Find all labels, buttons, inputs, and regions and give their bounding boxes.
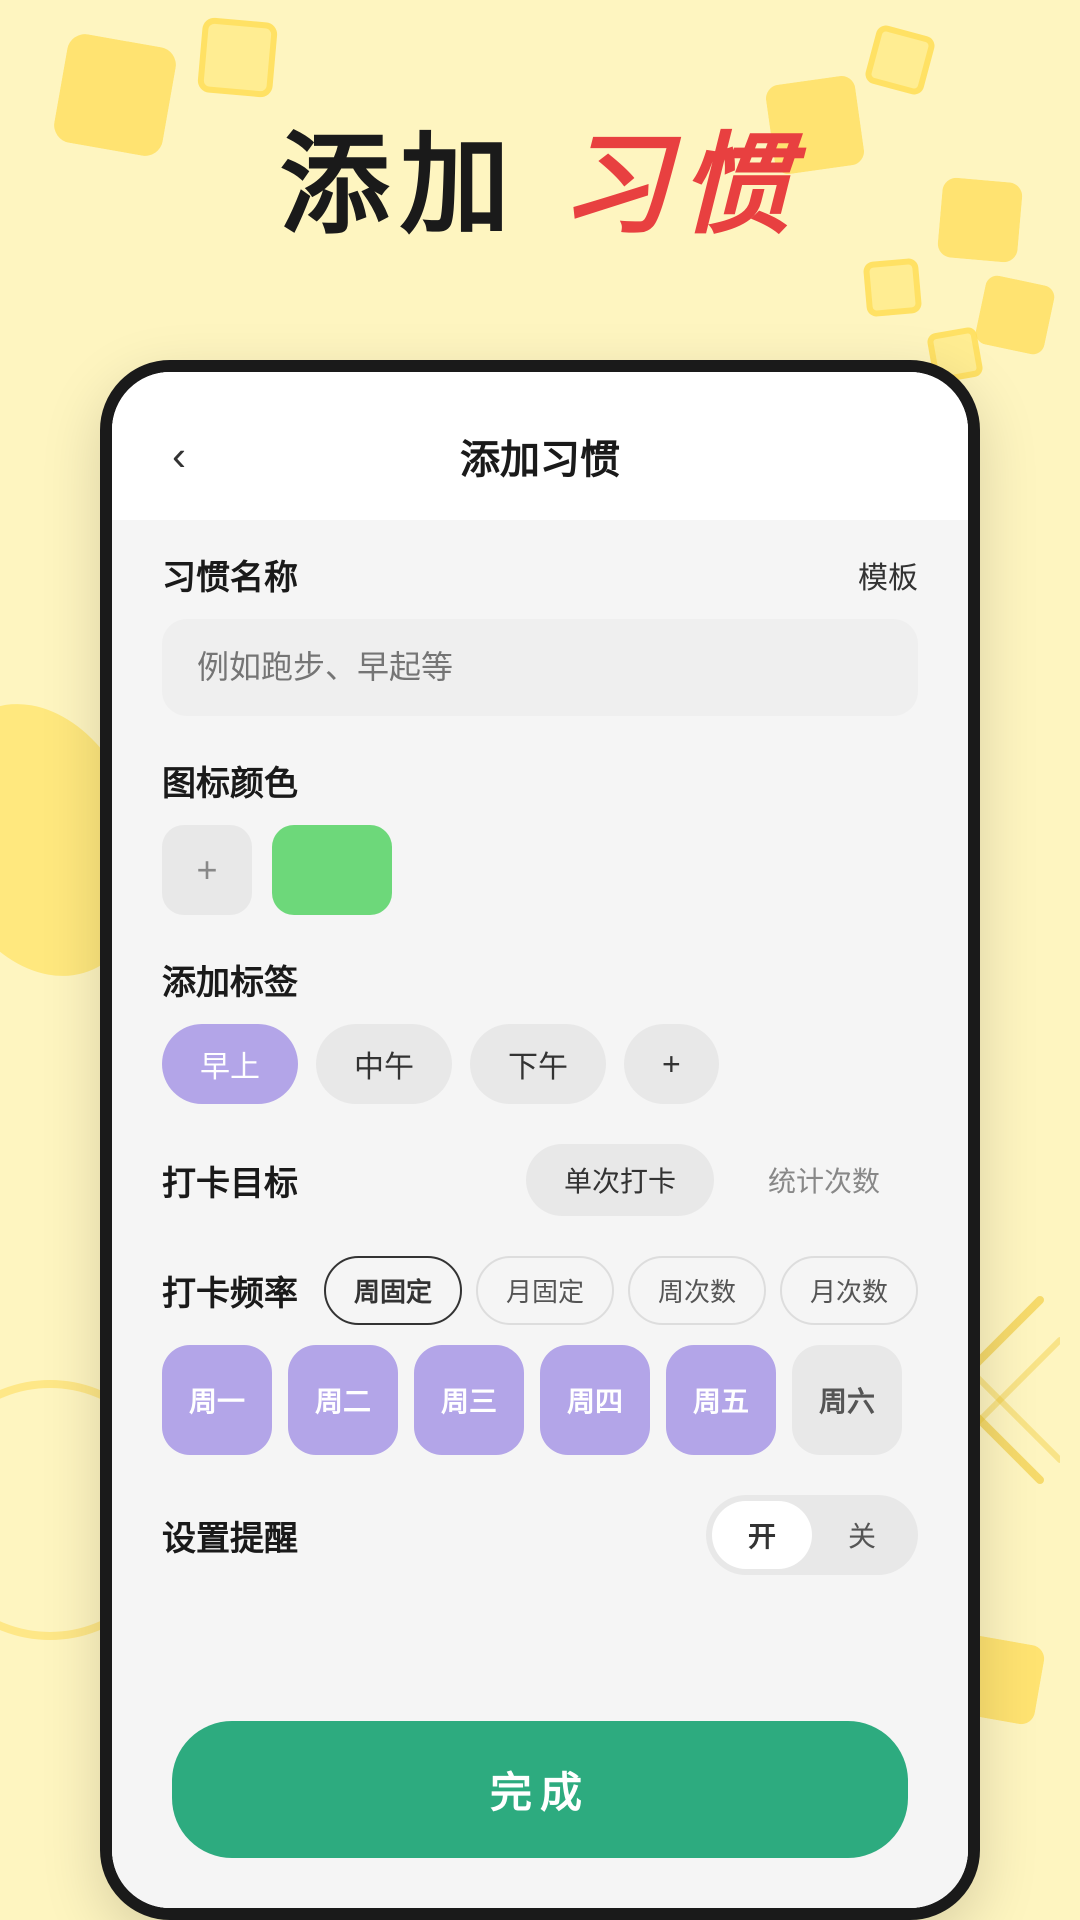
- reminder-label: 设置提醒: [162, 1511, 298, 1560]
- day-saturday[interactable]: 周六: [792, 1345, 902, 1455]
- complete-button[interactable]: 完成: [172, 1721, 908, 1858]
- freq-month-fixed[interactable]: 月固定: [476, 1256, 614, 1325]
- phone-mockup: ‹ 添加习惯 习惯名称 模板 图标颜色 +: [100, 360, 980, 1920]
- app-header: ‹ 添加习惯: [112, 372, 968, 520]
- freq-month-count[interactable]: 月次数: [780, 1256, 918, 1325]
- add-tag-button[interactable]: +: [624, 1024, 719, 1104]
- checkin-count[interactable]: 统计次数: [730, 1144, 918, 1216]
- main-content: 习惯名称 模板 图标颜色 + 添加标: [112, 520, 968, 1696]
- title-part2: 习惯: [560, 124, 800, 247]
- plus-icon: +: [196, 849, 217, 891]
- tags-label: 添加标签: [162, 955, 298, 1004]
- day-friday[interactable]: 周五: [666, 1345, 776, 1455]
- reminder-toggle: 开 关: [706, 1495, 918, 1575]
- checkin-single[interactable]: 单次打卡: [526, 1144, 714, 1216]
- reminder-on[interactable]: 开: [712, 1501, 812, 1569]
- back-button[interactable]: ‹: [162, 422, 196, 490]
- title-part1: 添加: [280, 124, 520, 247]
- days-row: 周一 周二 周三 周四 周五 周六 周: [162, 1345, 918, 1455]
- day-monday[interactable]: 周一: [162, 1345, 272, 1455]
- frequency-section: 打卡频率 周固定 月固定 周次数 月次数 周一 周二 周三 周四 周五: [162, 1256, 918, 1455]
- day-tuesday[interactable]: 周二: [288, 1345, 398, 1455]
- tag-morning[interactable]: 早上: [162, 1024, 298, 1104]
- checkin-options: 单次打卡 统计次数: [526, 1144, 918, 1216]
- page-title-area: 添加 习惯: [0, 120, 1080, 252]
- tags-section: 添加标签 早上 中午 下午 +: [162, 955, 918, 1104]
- tag-afternoon[interactable]: 下午: [470, 1024, 606, 1104]
- day-thursday[interactable]: 周四: [540, 1345, 650, 1455]
- frequency-label: 打卡频率: [162, 1266, 298, 1315]
- bottom-bar: 完成: [112, 1696, 968, 1908]
- icon-color-row: +: [162, 825, 918, 915]
- tag-noon[interactable]: 中午: [316, 1024, 452, 1104]
- habit-name-section: 习惯名称 模板: [162, 550, 918, 716]
- habit-name-input[interactable]: [162, 619, 918, 716]
- tags-row: 早上 中午 下午 +: [162, 1024, 918, 1104]
- color-swatch-green[interactable]: [272, 825, 392, 915]
- freq-week-count[interactable]: 周次数: [628, 1256, 766, 1325]
- checkin-goal-section: 打卡目标 单次打卡 统计次数: [162, 1144, 918, 1216]
- reminder-section: 设置提醒 开 关: [162, 1495, 918, 1575]
- habit-name-label: 习惯名称: [162, 550, 298, 599]
- freq-options: 周固定 月固定 周次数 月次数: [324, 1256, 918, 1325]
- checkin-goal-label: 打卡目标: [162, 1156, 298, 1205]
- freq-week-fixed[interactable]: 周固定: [324, 1256, 462, 1325]
- template-button[interactable]: 模板: [858, 553, 918, 597]
- header-title: 添加习惯: [460, 427, 620, 485]
- icon-color-section: 图标颜色 +: [162, 756, 918, 915]
- icon-add-button[interactable]: +: [162, 825, 252, 915]
- icon-color-label: 图标颜色: [162, 756, 298, 805]
- reminder-off[interactable]: 关: [812, 1501, 912, 1569]
- day-wednesday[interactable]: 周三: [414, 1345, 524, 1455]
